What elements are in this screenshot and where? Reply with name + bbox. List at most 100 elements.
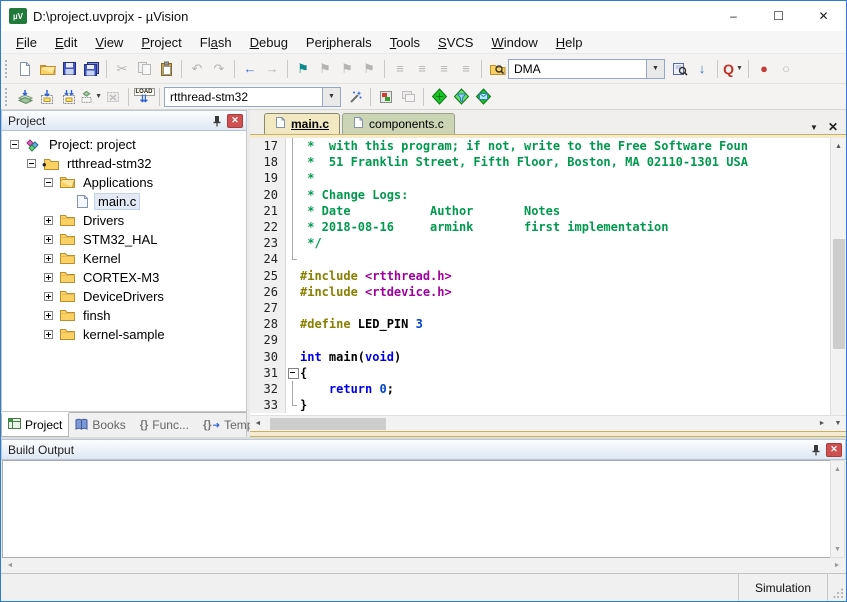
- tab-main-c[interactable]: main.c: [264, 113, 340, 134]
- tree-item-group-devicedrivers[interactable]: DeviceDrivers: [2, 287, 246, 306]
- code-editor[interactable]: 17 * with this program; if not, write to…: [250, 138, 830, 415]
- menu-window[interactable]: Window: [482, 33, 546, 52]
- minimize-button[interactable]: –: [711, 1, 756, 31]
- fold-margin[interactable]: [286, 187, 300, 203]
- menu-peripherals[interactable]: Peripherals: [297, 33, 381, 52]
- toolbar-grip[interactable]: [5, 88, 11, 106]
- tree-item-group-stm32-hal[interactable]: STM32_HAL: [2, 230, 246, 249]
- vertical-scrollbar[interactable]: ▲: [830, 138, 846, 415]
- file-extensions-icon[interactable]: [397, 87, 419, 107]
- target-dropdown-button[interactable]: ▼: [322, 87, 341, 107]
- collapse-icon[interactable]: [10, 140, 19, 149]
- tab-components-c[interactable]: components.c: [342, 113, 455, 134]
- scroll-down-icon[interactable]: ▼: [830, 416, 846, 432]
- maximize-button[interactable]: ☐: [756, 1, 801, 31]
- menu-debug[interactable]: Debug: [241, 33, 297, 52]
- insert-breakpoint-icon[interactable]: ●: [753, 59, 775, 79]
- fold-margin[interactable]: [286, 365, 300, 381]
- navigate-forward-icon[interactable]: →: [261, 59, 283, 79]
- close-document-icon[interactable]: ✕: [828, 120, 838, 134]
- expand-icon[interactable]: [44, 216, 53, 225]
- copy-icon[interactable]: [133, 59, 155, 79]
- scroll-down-icon[interactable]: ▼: [830, 541, 846, 557]
- undo-icon[interactable]: ↶: [186, 59, 208, 79]
- fold-margin[interactable]: [286, 332, 300, 348]
- menu-project[interactable]: Project: [132, 33, 190, 52]
- collapse-icon[interactable]: [44, 178, 53, 187]
- tab-list-dropdown-icon[interactable]: ▼: [810, 123, 818, 132]
- find-in-files-icon[interactable]: [486, 59, 508, 79]
- options-for-target-icon[interactable]: [375, 87, 397, 107]
- expand-icon[interactable]: [44, 292, 53, 301]
- menu-flash[interactable]: Flash: [191, 33, 241, 52]
- tab-functions[interactable]: {} Func...: [134, 413, 195, 437]
- stop-build-icon[interactable]: [102, 87, 124, 107]
- scrollbar-thumb[interactable]: [270, 418, 386, 430]
- save-icon[interactable]: [58, 59, 80, 79]
- download-icon[interactable]: LOAD⇊: [133, 87, 155, 107]
- kill-breakpoints-icon[interactable]: ○: [775, 59, 797, 79]
- scrollbar-thumb[interactable]: [833, 239, 845, 349]
- tree-item-target[interactable]: rtthread-stm32: [2, 154, 246, 173]
- collapse-icon[interactable]: [27, 159, 36, 168]
- clear-bookmarks-icon[interactable]: ⚑: [358, 59, 380, 79]
- fold-margin[interactable]: [286, 348, 300, 364]
- tree-item-group-applications[interactable]: Applications: [2, 173, 246, 192]
- batch-build-icon[interactable]: ▼: [80, 87, 102, 107]
- new-file-icon[interactable]: [14, 59, 36, 79]
- build-icon[interactable]: [36, 87, 58, 107]
- horizontal-scrollbar[interactable]: ◄ ►: [2, 558, 845, 573]
- uncomment-icon[interactable]: ≡: [455, 59, 477, 79]
- horizontal-scrollbar[interactable]: ◄ ► ▼: [250, 415, 846, 431]
- tree-item-group-cortex-m3[interactable]: CORTEX-M3: [2, 268, 246, 287]
- scroll-right-icon[interactable]: ►: [814, 416, 830, 432]
- tree-item-group-kernel[interactable]: Kernel: [2, 249, 246, 268]
- pin-icon[interactable]: [210, 114, 224, 128]
- open-file-icon[interactable]: [36, 59, 58, 79]
- resize-grip[interactable]: [828, 574, 846, 601]
- save-all-icon[interactable]: [80, 59, 102, 79]
- scroll-up-icon[interactable]: ▲: [830, 461, 846, 477]
- fold-margin[interactable]: [286, 268, 300, 284]
- previous-bookmark-icon[interactable]: ⚑: [314, 59, 336, 79]
- expand-icon[interactable]: [44, 311, 53, 320]
- tree-item-project-root[interactable]: Project: project: [2, 135, 246, 154]
- scroll-left-icon[interactable]: ◄: [2, 558, 18, 574]
- next-bookmark-icon[interactable]: ⚑: [336, 59, 358, 79]
- expand-icon[interactable]: [44, 330, 53, 339]
- fold-margin[interactable]: [286, 154, 300, 170]
- incremental-find-icon[interactable]: ↓: [691, 59, 713, 79]
- navigate-back-icon[interactable]: ←: [239, 59, 261, 79]
- scroll-left-icon[interactable]: ◄: [250, 416, 266, 432]
- fold-margin[interactable]: [286, 284, 300, 300]
- close-panel-icon[interactable]: ✕: [227, 114, 243, 128]
- tree-item-group-finsh[interactable]: finsh: [2, 306, 246, 325]
- comment-icon[interactable]: ≡: [433, 59, 455, 79]
- outdent-icon[interactable]: ≡: [411, 59, 433, 79]
- fold-margin[interactable]: [286, 316, 300, 332]
- menu-file[interactable]: File: [7, 33, 46, 52]
- tree-item-group-drivers[interactable]: Drivers: [2, 211, 246, 230]
- fold-margin[interactable]: [286, 381, 300, 397]
- expand-icon[interactable]: [44, 273, 53, 282]
- fold-margin[interactable]: [286, 138, 300, 154]
- expand-icon[interactable]: [44, 254, 53, 263]
- rebuild-icon[interactable]: [58, 87, 80, 107]
- menu-tools[interactable]: Tools: [381, 33, 429, 52]
- toolbar-grip[interactable]: [5, 60, 11, 78]
- quick-find-icon[interactable]: Q▼: [722, 59, 744, 79]
- manage-rte-icon[interactable]: [428, 87, 450, 107]
- pin-icon[interactable]: [809, 443, 823, 457]
- menu-view[interactable]: View: [86, 33, 132, 52]
- menu-help[interactable]: Help: [547, 33, 592, 52]
- menu-svcs[interactable]: SVCS: [429, 33, 482, 52]
- fold-margin[interactable]: [286, 203, 300, 219]
- fold-margin[interactable]: [286, 300, 300, 316]
- tree-item-group-kernel-sample[interactable]: kernel-sample: [2, 325, 246, 344]
- fold-margin[interactable]: [286, 235, 300, 251]
- options-wand-icon[interactable]: [344, 87, 366, 107]
- scroll-right-icon[interactable]: ►: [829, 558, 845, 574]
- find-icon[interactable]: [669, 59, 691, 79]
- expand-icon[interactable]: [44, 235, 53, 244]
- indent-icon[interactable]: ≡: [389, 59, 411, 79]
